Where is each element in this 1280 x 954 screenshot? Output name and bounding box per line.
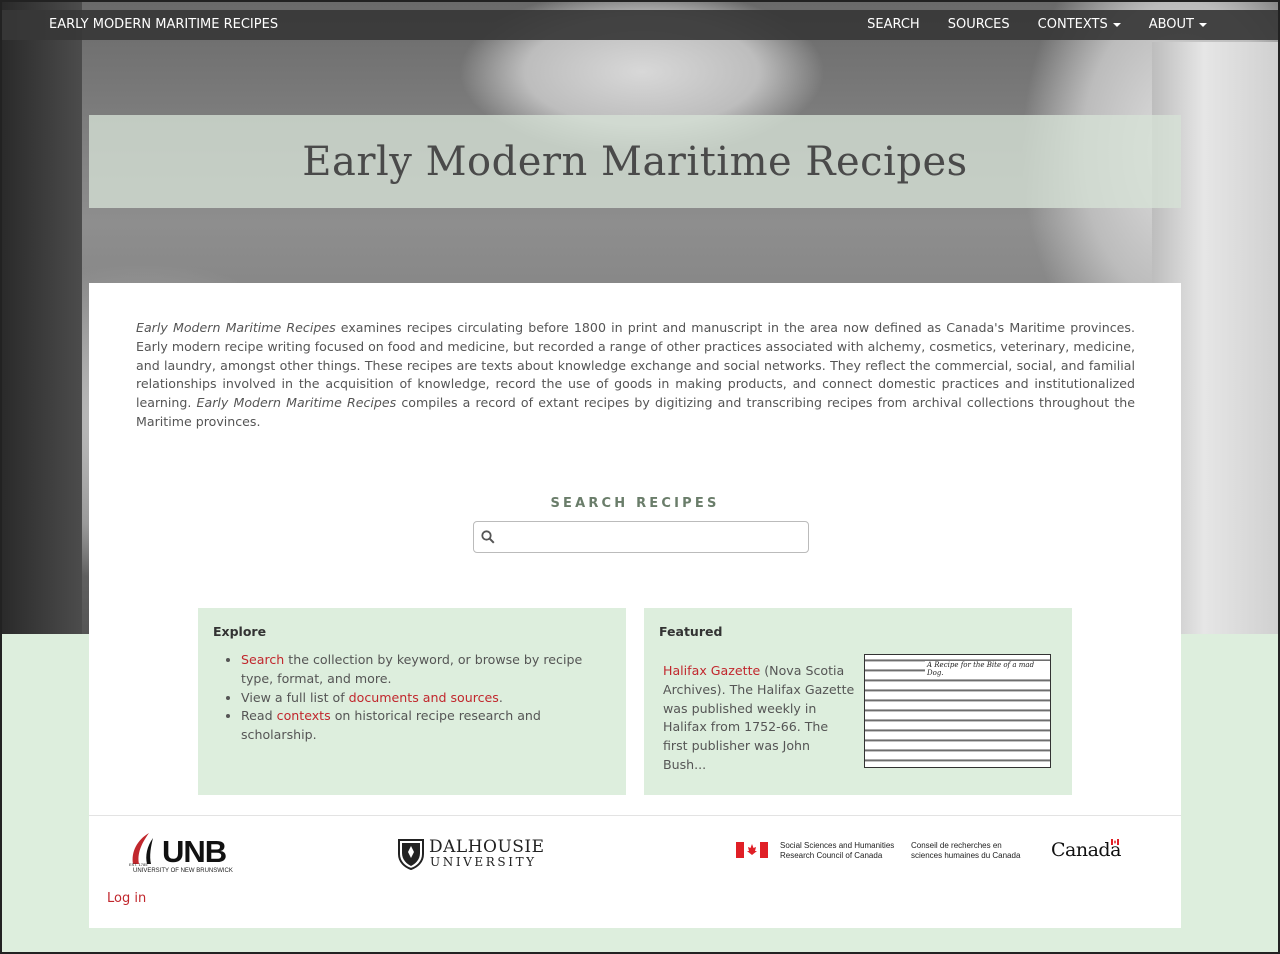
- search-recipes-label: SEARCH RECIPES: [550, 496, 720, 511]
- search-input[interactable]: [500, 524, 804, 550]
- sshrc-english: Social Sciences and Humanities Research C…: [780, 841, 894, 861]
- hero-shadow: [2, 2, 82, 634]
- canada-wordmark[interactable]: Canadä: [1051, 837, 1121, 863]
- title-band: Early Modern Maritime Recipes: [89, 115, 1181, 208]
- nav-about-label: ABOUT: [1148, 17, 1194, 32]
- sshrc-fr-line1: Conseil de recherches en: [911, 841, 1002, 850]
- dalhousie-name: DALHOUSIE: [429, 837, 545, 857]
- thumbnail-heading: A Recipe for the Bite of a mad Dog.: [925, 661, 1050, 677]
- featured-heading: Featured: [659, 624, 723, 639]
- explore-list: Search the collection by keyword, or bro…: [241, 651, 611, 745]
- nav-search[interactable]: SEARCH: [853, 10, 934, 40]
- sshrc-en-line2: Research Council of Canada: [780, 851, 883, 860]
- sshrc-french: Conseil de recherches en sciences humaine…: [911, 841, 1020, 861]
- featured-thumbnail-image[interactable]: A Recipe for the Bite of a mad Dog.: [864, 654, 1051, 768]
- list-item: View a full list of documents and source…: [241, 689, 611, 708]
- search-box[interactable]: [473, 521, 809, 553]
- featured-description: Halifax Gazette (Nova Scotia Archives). …: [663, 662, 856, 775]
- sshrc-fr-line2: sciences humaines du Canada: [911, 851, 1021, 860]
- top-navbar: EARLY MODERN MARITIME RECIPES SEARCH SOU…: [2, 10, 1278, 40]
- featured-text: (Nova Scotia Archives). The Halifax Gaze…: [663, 663, 855, 772]
- item-text: Read: [241, 708, 277, 724]
- nav-links: SEARCH SOURCES CONTEXTS ABOUT: [853, 10, 1278, 40]
- login-link[interactable]: Log in: [107, 891, 146, 906]
- unb-est-text: EST. 1785: [129, 862, 148, 867]
- canada-mini-flag-icon: [1111, 839, 1119, 845]
- sshrc-en-line1: Social Sciences and Humanities: [780, 841, 895, 850]
- page-title: Early Modern Maritime Recipes: [302, 138, 968, 185]
- search-link[interactable]: Search: [241, 652, 284, 667]
- footer-divider: [89, 815, 1181, 816]
- unb-sail-icon: EST. 1785: [129, 833, 153, 867]
- canada-flag-icon: [736, 842, 768, 858]
- featured-card: Featured Halifax Gazette (Nova Scotia Ar…: [644, 608, 1072, 795]
- dalhousie-shield-icon: [398, 839, 424, 870]
- caret-down-icon: [1112, 22, 1121, 27]
- documents-sources-link[interactable]: documents and sources: [349, 690, 499, 705]
- nav-sources-label: SOURCES: [947, 17, 1010, 32]
- item-text: the collection by keyword, or browse by …: [241, 652, 583, 686]
- dalhousie-logo[interactable]: DALHOUSIE UNIVERSITY: [397, 836, 547, 872]
- nav-contexts-dropdown[interactable]: CONTEXTS: [1024, 10, 1135, 40]
- caret-down-icon: [1199, 22, 1207, 27]
- halifax-gazette-link[interactable]: Halifax Gazette: [663, 663, 760, 678]
- nav-sources[interactable]: SOURCES: [934, 10, 1024, 40]
- contexts-link[interactable]: contexts: [277, 708, 331, 723]
- main-panel: Early Modern Maritime Recipes examines r…: [89, 283, 1181, 928]
- sshrc-logo[interactable]: Social Sciences and Humanities Research C…: [736, 840, 1036, 866]
- unb-subtitle: UNIVERSITY OF NEW BRUNSWICK: [133, 868, 233, 874]
- intro-italic-title-2: Early Modern Maritime Recipes: [196, 395, 397, 411]
- explore-card: Explore Search the collection by keyword…: [198, 608, 626, 795]
- list-item: Search the collection by keyword, or bro…: [241, 651, 611, 689]
- search-icon: [481, 530, 495, 544]
- unb-logo[interactable]: EST. 1785 UNB UNIVERSITY OF NEW BRUNSWIC…: [127, 830, 239, 878]
- explore-heading: Explore: [213, 624, 267, 639]
- list-item: Read contexts on historical recipe resea…: [241, 707, 611, 745]
- site-brand-link[interactable]: EARLY MODERN MARITIME RECIPES: [49, 17, 278, 32]
- intro-paragraph: Early Modern Maritime Recipes examines r…: [136, 319, 1135, 432]
- item-text: View a full list of: [241, 689, 349, 705]
- unb-wordmark: UNB: [162, 834, 227, 869]
- nav-contexts-label: CONTEXTS: [1037, 17, 1108, 32]
- nav-search-label: SEARCH: [867, 17, 920, 32]
- intro-italic-title: Early Modern Maritime Recipes: [136, 320, 336, 335]
- nav-about-dropdown[interactable]: ABOUT: [1135, 10, 1278, 40]
- item-text: .: [498, 689, 503, 705]
- dalhousie-university: UNIVERSITY: [430, 855, 537, 869]
